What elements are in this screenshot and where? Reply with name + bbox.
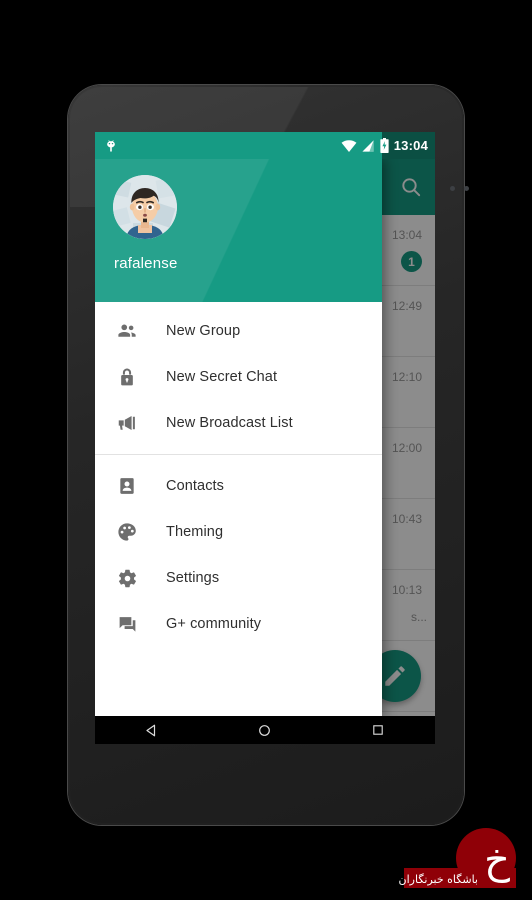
status-bar-right-icons: 13:04 bbox=[341, 138, 428, 153]
sidebar-item-label: Settings bbox=[166, 570, 219, 586]
home-circle-icon[interactable] bbox=[248, 716, 282, 744]
battery-charging-icon bbox=[379, 138, 390, 153]
drawer-divider bbox=[95, 454, 382, 455]
proximity-sensor-icon bbox=[450, 186, 455, 191]
recents-square-icon[interactable] bbox=[361, 716, 395, 744]
sidebar-item-label: G+ community bbox=[166, 616, 261, 632]
phone-screen: 13:04 1 12:49 12:10 12:00 10:43 10:13 s.… bbox=[95, 132, 435, 744]
sidebar-item-contacts[interactable]: Contacts bbox=[95, 463, 382, 509]
status-bar-content: 13:04 bbox=[95, 132, 435, 159]
sidebar-item-theming[interactable]: Theming bbox=[95, 509, 382, 555]
sidebar-item-new-group[interactable]: New Group bbox=[95, 308, 382, 354]
sidebar-item-new-broadcast-list[interactable]: New Broadcast List bbox=[95, 400, 382, 446]
status-clock: 13:04 bbox=[394, 139, 428, 152]
watermark-text: باشگاه خبرنگاران bbox=[399, 873, 478, 886]
wifi-icon bbox=[341, 139, 357, 153]
navigation-drawer: rafalense New Group bbox=[95, 159, 382, 716]
lock-icon bbox=[115, 365, 139, 389]
watermark-logo: خ باشگاه خبرنگاران bbox=[406, 820, 524, 894]
sidebar-item-label: Contacts bbox=[166, 478, 224, 494]
sidebar-item-label: New Group bbox=[166, 323, 240, 339]
avatar[interactable] bbox=[113, 175, 177, 239]
drawer-username: rafalense bbox=[114, 255, 178, 272]
light-sensor-icon bbox=[464, 186, 469, 191]
sidebar-item-label: New Secret Chat bbox=[166, 369, 277, 385]
android-bug-icon bbox=[104, 139, 118, 153]
gear-icon bbox=[115, 566, 139, 590]
sidebar-item-gplus-community[interactable]: G+ community bbox=[95, 601, 382, 647]
cellular-signal-icon bbox=[361, 139, 375, 153]
palette-icon bbox=[115, 520, 139, 544]
sidebar-item-new-secret-chat[interactable]: New Secret Chat bbox=[95, 354, 382, 400]
sidebar-item-settings[interactable]: Settings bbox=[95, 555, 382, 601]
watermark-glyph: خ bbox=[484, 840, 510, 880]
sidebar-item-label: Theming bbox=[166, 524, 223, 540]
drawer-header[interactable]: rafalense bbox=[95, 159, 382, 302]
group-people-icon bbox=[115, 319, 139, 343]
drawer-menu: New Group New Secret Chat bbox=[95, 302, 382, 647]
back-triangle-icon[interactable] bbox=[135, 716, 169, 744]
chat-bubbles-icon bbox=[115, 612, 139, 636]
sidebar-item-label: New Broadcast List bbox=[166, 415, 293, 431]
android-navigation-bar bbox=[95, 716, 435, 744]
megaphone-icon bbox=[115, 411, 139, 435]
contact-card-icon bbox=[115, 474, 139, 498]
